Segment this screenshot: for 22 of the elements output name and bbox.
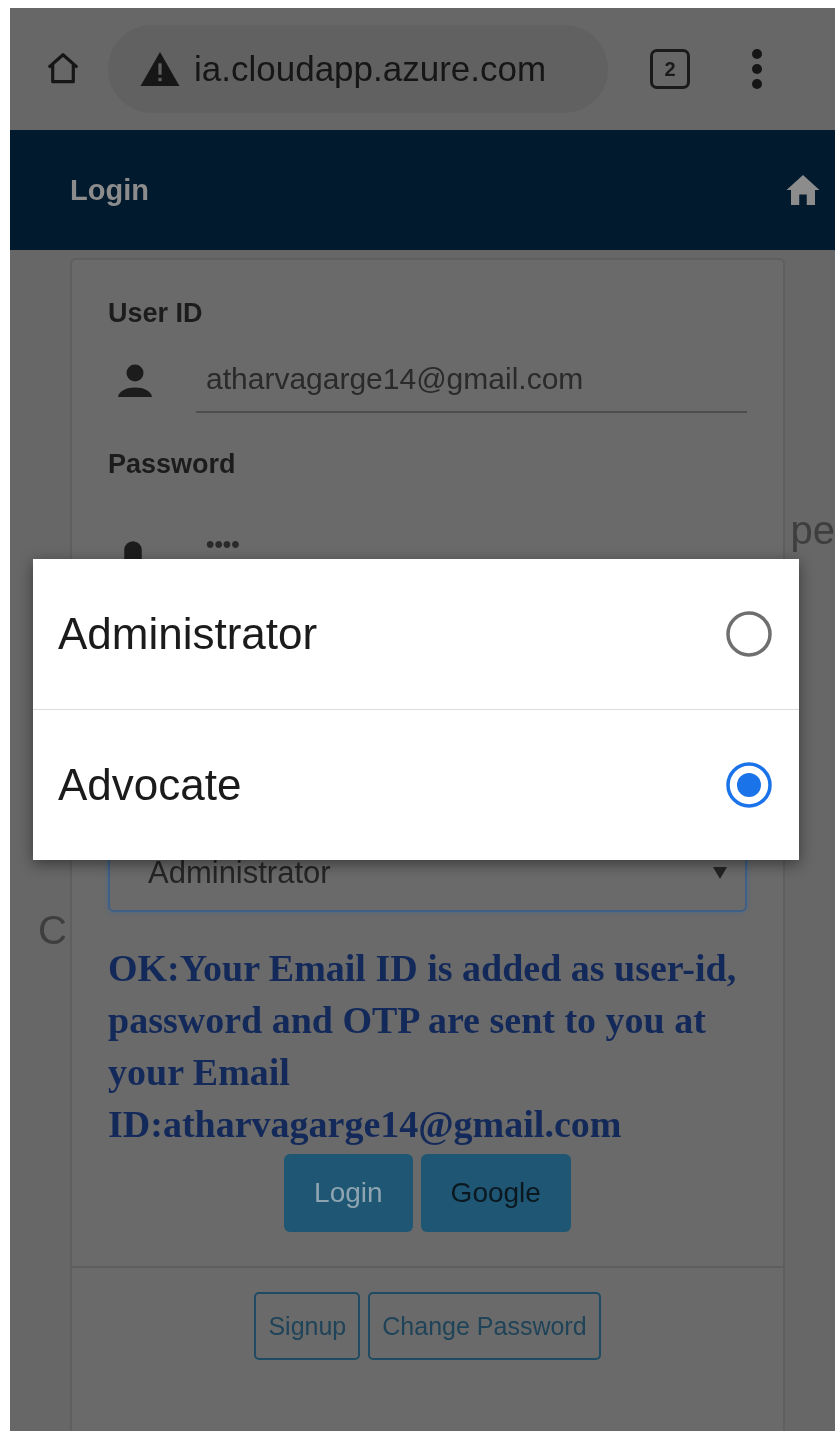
field-label: Password [108, 449, 236, 480]
address-bar[interactable]: ia.cloudapp.azure.com [108, 25, 608, 113]
caret-icon [713, 867, 727, 879]
menu-icon[interactable] [750, 47, 764, 91]
user-icon [118, 363, 152, 397]
warning-icon [140, 52, 180, 86]
role-option[interactable]: Administrator [33, 559, 799, 709]
login-button[interactable]: Login [284, 1154, 413, 1232]
tab-count[interactable]: 2 [650, 49, 690, 89]
status-message: OK:Your Email ID is added as user-id, password and OTP are sent to you at your Email ID:atharvagarge14@gmail.com [108, 946, 738, 1147]
url-text: ia.cloudapp.azure.com [194, 49, 547, 89]
user-id-field[interactable]: atharvagarge14@gmail.com [196, 347, 747, 413]
change-password-button[interactable]: Change Password [368, 1292, 601, 1360]
radio-button[interactable] [725, 761, 773, 809]
home-icon[interactable] [785, 173, 821, 207]
field-label: User ID [108, 298, 203, 329]
password-field[interactable]: •••• [196, 520, 747, 560]
google-button[interactable]: Google [420, 1154, 571, 1232]
role-option[interactable]: Advocate [33, 709, 799, 860]
page-title: Login [70, 173, 149, 207]
radio-button[interactable] [725, 610, 773, 658]
signup-button[interactable]: Signup [254, 1292, 361, 1360]
